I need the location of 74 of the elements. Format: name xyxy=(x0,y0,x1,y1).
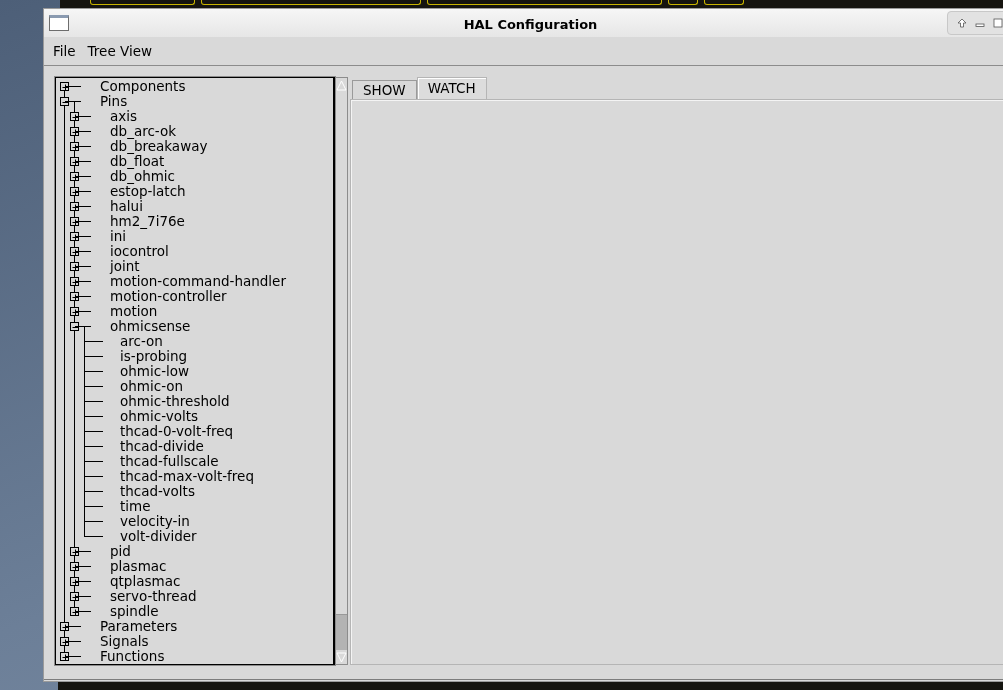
tree-item[interactable]: ohmic-threshold xyxy=(120,394,230,409)
expand-icon[interactable] xyxy=(70,247,79,256)
shade-icon[interactable] xyxy=(957,18,967,28)
expand-icon[interactable] xyxy=(60,637,69,646)
tree-item[interactable]: thcad-max-volt-freq xyxy=(120,469,254,484)
window-icon xyxy=(49,15,69,31)
tree-item[interactable]: iocontrol xyxy=(110,244,169,259)
expand-icon[interactable] xyxy=(70,547,79,556)
tree-item[interactable]: Parameters xyxy=(100,619,178,634)
expand-icon[interactable] xyxy=(70,187,79,196)
expand-icon[interactable] xyxy=(70,262,79,271)
tree-item[interactable]: Functions xyxy=(100,649,165,664)
tree-item[interactable]: Pins xyxy=(100,94,128,109)
tree-item[interactable]: thcad-fullscale xyxy=(120,454,219,469)
expand-icon[interactable] xyxy=(70,292,79,301)
expand-icon[interactable] xyxy=(70,592,79,601)
tree-item[interactable]: ohmic-volts xyxy=(120,409,198,424)
expand-icon[interactable] xyxy=(70,202,79,211)
menu-item[interactable]: File xyxy=(47,40,82,62)
collapse-icon[interactable] xyxy=(70,322,79,331)
expand-icon[interactable] xyxy=(70,232,79,241)
expand-icon[interactable] xyxy=(60,82,69,91)
tree-item[interactable]: ohmic-on xyxy=(120,379,184,394)
expand-icon[interactable] xyxy=(70,157,79,166)
tree-item[interactable]: servo-thread xyxy=(110,589,197,604)
tree-item[interactable]: Components xyxy=(100,79,186,94)
tab[interactable]: WATCH xyxy=(416,77,487,99)
expand-icon[interactable] xyxy=(70,562,79,571)
expand-icon[interactable] xyxy=(70,307,79,316)
tree-item[interactable]: thcad-volts xyxy=(120,484,195,499)
expand-icon[interactable] xyxy=(70,607,79,616)
tree-item[interactable]: db_breakaway xyxy=(110,139,208,154)
tree-item[interactable]: db_ohmic xyxy=(110,169,176,184)
expand-icon[interactable] xyxy=(70,172,79,181)
tree-item[interactable]: is-probing xyxy=(120,349,188,364)
tree-item[interactable]: ini xyxy=(110,229,127,244)
collapse-icon[interactable] xyxy=(60,97,69,106)
tree-item[interactable]: plasmac xyxy=(110,559,167,574)
tree-item[interactable]: motion-command-handler xyxy=(110,274,286,289)
tree-item[interactable]: estop-latch xyxy=(110,184,186,199)
tree-item[interactable]: ohmic-low xyxy=(120,364,190,379)
tree-item[interactable]: halui xyxy=(110,199,143,214)
expand-icon[interactable] xyxy=(70,142,79,151)
tree-item[interactable]: axis xyxy=(110,109,138,124)
tree-item[interactable]: Signals xyxy=(100,634,149,649)
tree-item[interactable]: ohmicsense xyxy=(110,319,191,334)
tree-item[interactable]: motion xyxy=(110,304,158,319)
tree-item[interactable]: db_arc-ok xyxy=(110,124,177,139)
expand-icon[interactable] xyxy=(60,622,69,631)
tree-item[interactable]: db_float xyxy=(110,154,165,169)
scrollbar-thumb[interactable] xyxy=(336,614,347,650)
expand-icon[interactable] xyxy=(70,577,79,586)
tree-item[interactable]: joint xyxy=(110,259,140,274)
tree-item[interactable]: spindle xyxy=(110,604,159,619)
tree-item[interactable]: arc-on xyxy=(120,334,163,349)
tree-item[interactable]: volt-divider xyxy=(120,529,197,544)
tree-item[interactable]: hm2_7i76e xyxy=(110,214,185,229)
tree-item[interactable]: motion-controller xyxy=(110,289,227,304)
expand-icon[interactable] xyxy=(60,652,69,661)
maximize-icon[interactable] xyxy=(993,18,1003,28)
tree-item[interactable]: qtplasmac xyxy=(110,574,181,589)
expand-icon[interactable] xyxy=(70,217,79,226)
tree-item[interactable]: time xyxy=(120,499,151,514)
tree-item[interactable]: thcad-0-volt-freq xyxy=(120,424,234,439)
expand-icon[interactable] xyxy=(70,127,79,136)
tree-item[interactable]: thcad-divide xyxy=(120,439,204,454)
tree-item[interactable]: velocity-in xyxy=(120,514,190,529)
expand-icon[interactable] xyxy=(70,277,79,286)
expand-icon[interactable] xyxy=(70,112,79,121)
tab[interactable]: SHOW xyxy=(352,80,417,99)
window-title: HAL Configuration xyxy=(463,16,598,34)
scrollbar[interactable] xyxy=(335,77,348,665)
menu-item[interactable]: Tree View xyxy=(81,40,159,62)
tree-item[interactable]: pid xyxy=(110,544,131,559)
